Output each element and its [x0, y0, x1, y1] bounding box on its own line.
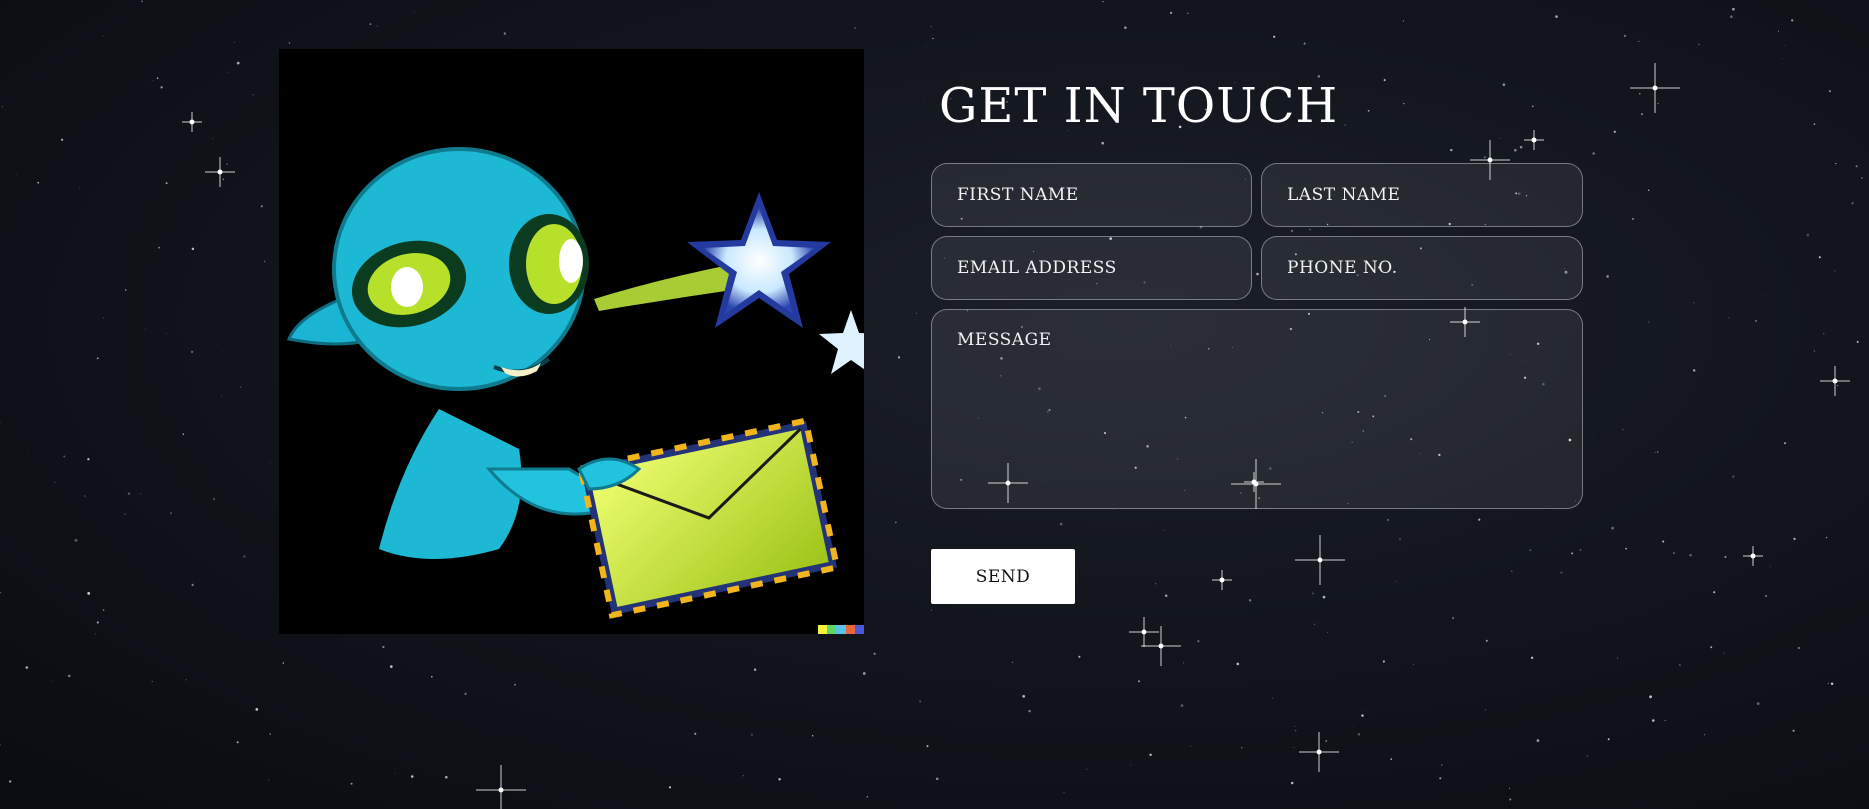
sparkle-star: [1295, 535, 1345, 585]
palette-swatch: [818, 625, 828, 634]
sparkle-star: [1212, 570, 1232, 590]
last-name-field[interactable]: [1261, 163, 1583, 227]
send-button[interactable]: SEND: [931, 549, 1075, 604]
sparkle-star: [1743, 546, 1763, 566]
palette-swatch: [845, 625, 855, 634]
sparkle-star: [1630, 63, 1680, 113]
message-field[interactable]: [931, 309, 1583, 509]
palette-swatch: [827, 625, 837, 634]
sparkle-star: [1820, 366, 1850, 396]
palette-swatch: [836, 625, 846, 634]
sparkle-star: [1524, 130, 1544, 150]
color-palette-watermark: [818, 625, 864, 634]
sparkle-star: [476, 765, 526, 809]
sparkle-star: [182, 112, 202, 132]
alien-mail-illustration: [279, 49, 864, 634]
sparkle-star: [205, 157, 235, 187]
phone-field[interactable]: [1261, 236, 1583, 300]
palette-swatch: [854, 625, 864, 634]
first-name-field[interactable]: [931, 163, 1252, 227]
sparkle-star: [1299, 732, 1339, 772]
sparkle-star: [1129, 617, 1159, 647]
alien-mascot-image: [286, 147, 864, 619]
sparkle-star: [1141, 626, 1181, 666]
email-field[interactable]: [931, 236, 1252, 300]
page-title: GET IN TOUCH: [939, 78, 1339, 134]
